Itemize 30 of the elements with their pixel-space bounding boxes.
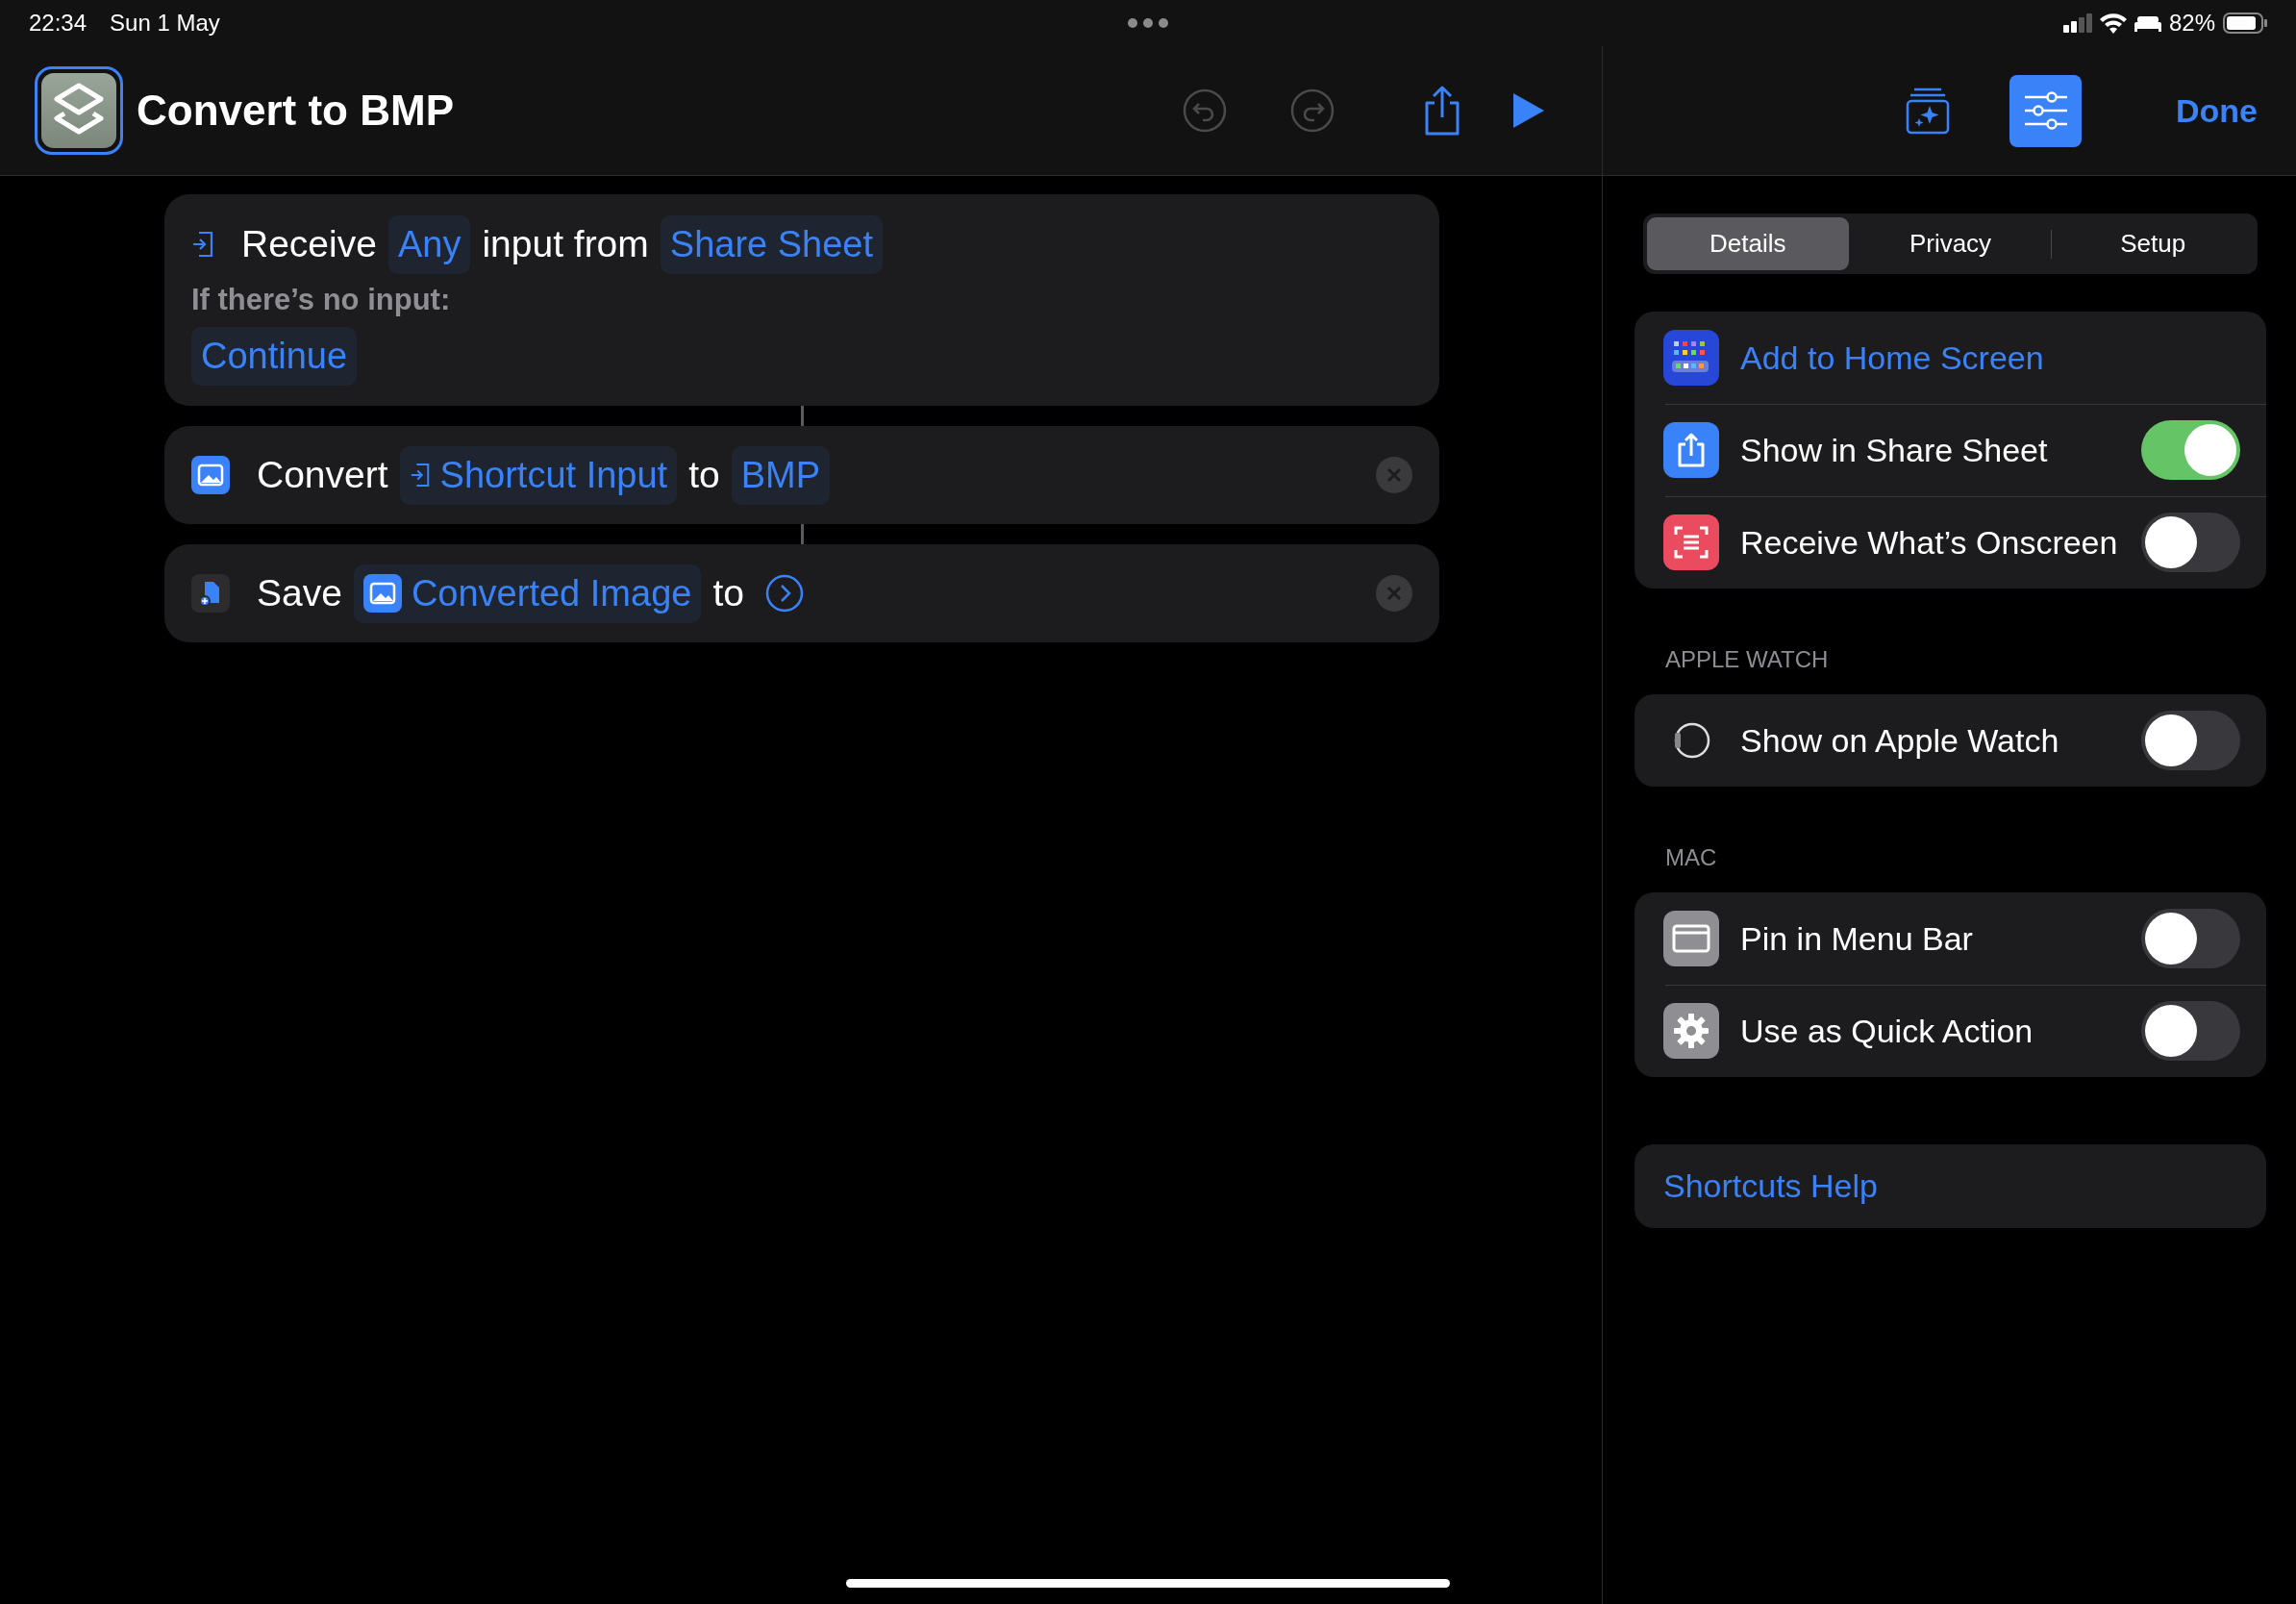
segment-tab[interactable]: Privacy xyxy=(1849,217,2052,270)
segment-tab[interactable]: Details xyxy=(1647,217,1849,270)
action-note: If there’s no input: xyxy=(191,281,451,318)
setting-label: Pin in Menu Bar xyxy=(1740,918,1973,959)
status-date: Sun 1 May xyxy=(110,9,220,38)
segment-tab[interactable]: Setup xyxy=(2052,217,2254,270)
variable-token[interactable]: Shortcut Input xyxy=(399,445,678,505)
battery-percentage: 82% xyxy=(2168,9,2215,38)
setting-label: Use as Quick Action xyxy=(1740,1011,2034,1051)
shortcut-title[interactable]: Convert to BMP xyxy=(137,79,454,142)
variable-token[interactable]: Any xyxy=(387,214,471,274)
section-header: APPLE WATCH xyxy=(1665,645,1830,674)
done-button[interactable]: Done xyxy=(2176,86,2258,136)
action-label: Convert xyxy=(257,452,388,497)
action-label: Receive xyxy=(241,221,377,266)
setting-label: Show in Share Sheet xyxy=(1740,430,2048,470)
variable-token[interactable]: BMP xyxy=(731,445,831,505)
action-label: Save xyxy=(257,570,342,615)
action-label: to xyxy=(712,570,744,615)
variable-token[interactable]: Share Sheet xyxy=(660,214,884,274)
action-label: to xyxy=(688,452,720,497)
settings-link[interactable]: Add to Home Screen xyxy=(1740,333,2044,383)
setting-label: Receive What’s Onscreen xyxy=(1740,522,2118,563)
variable-token[interactable]: Converted Image xyxy=(353,564,702,623)
action-label: input from xyxy=(482,221,649,266)
setting-label: Show on Apple Watch xyxy=(1740,720,2059,761)
settings-link[interactable]: Shortcuts Help xyxy=(1663,1162,1878,1211)
section-header: MAC xyxy=(1665,843,1718,872)
status-time: 22:34 xyxy=(29,9,87,38)
variable-token[interactable]: Continue xyxy=(191,326,358,386)
